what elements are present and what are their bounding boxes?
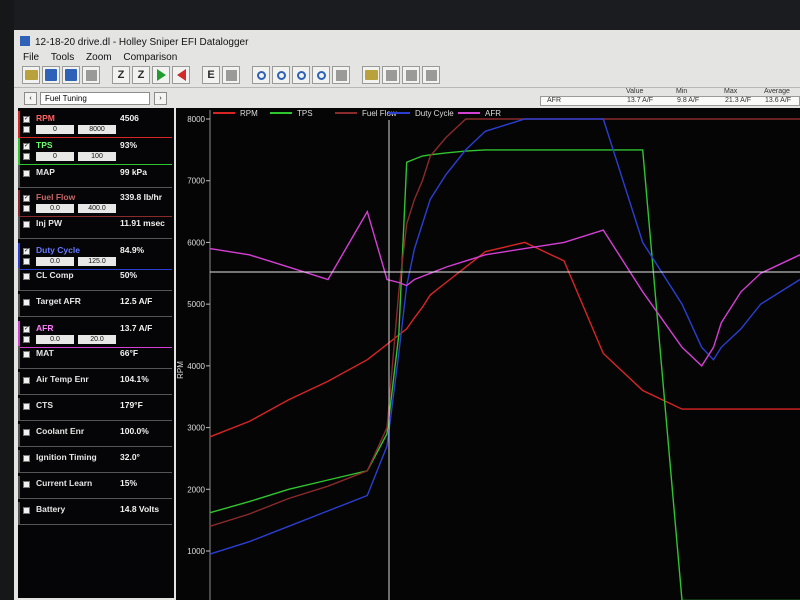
legend-label: Duty Cycle — [415, 109, 454, 118]
y-tick-label: 2000 — [187, 485, 205, 494]
y-tick-label: 3000 — [187, 424, 205, 433]
series-line-fuel-flow — [209, 118, 800, 527]
legend-label: RPM — [240, 109, 258, 118]
datalog-chart: 1000 2000 3000 4000 5000 6000 7000 8000 RPM RPM TP… — [176, 109, 800, 600]
y-tick-label: 4000 — [187, 362, 205, 371]
y-axis-label: RPM — [176, 361, 185, 379]
y-tick-label: 7000 — [187, 177, 205, 186]
y-tick-label: 1000 — [187, 547, 205, 556]
y-tick-label: 6000 — [187, 238, 205, 247]
series-line-duty-cycle — [209, 118, 800, 555]
legend-label: TPS — [297, 109, 313, 118]
series-line-afr — [209, 209, 800, 367]
y-tick-label: 5000 — [187, 300, 205, 309]
y-tick-label: 8000 — [187, 115, 205, 124]
legend-label: AFR — [485, 109, 501, 118]
series-line-tps — [209, 149, 800, 600]
